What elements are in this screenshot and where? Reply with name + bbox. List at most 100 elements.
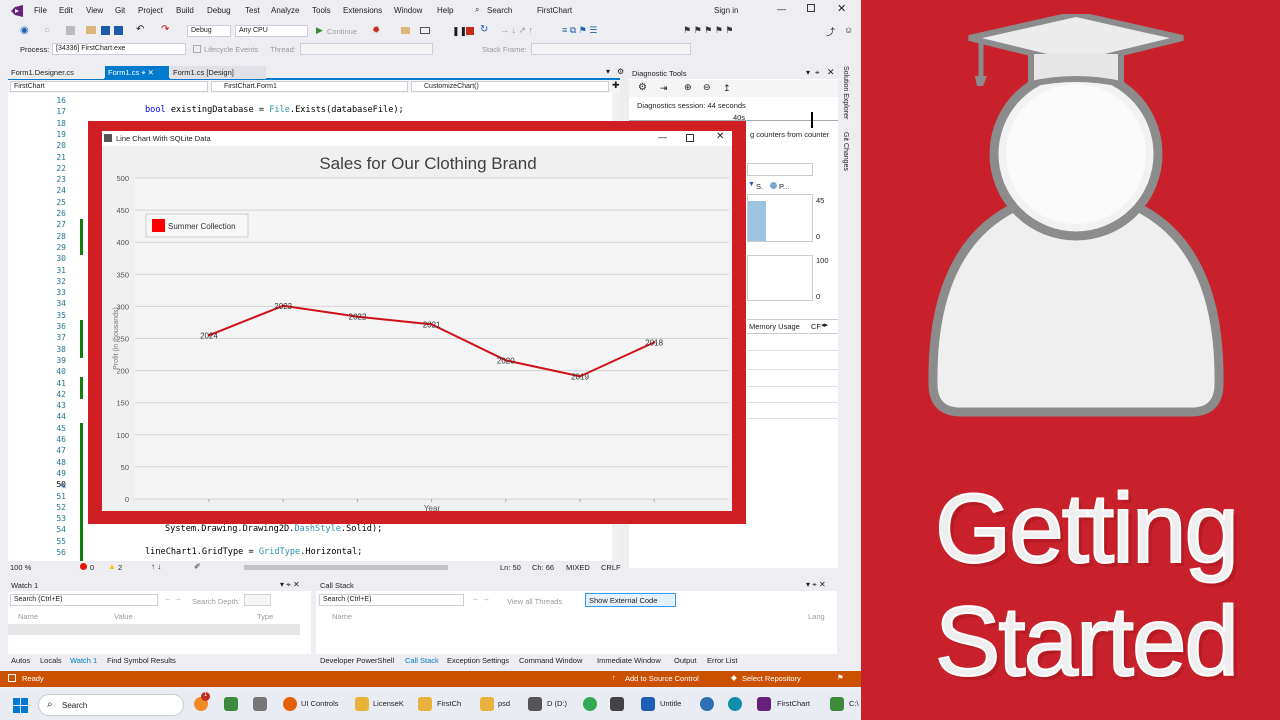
doc-tab[interactable]: Form1.Designer.cs: [8, 66, 104, 79]
watch-nav-arrows[interactable]: ← →: [164, 594, 182, 603]
save-icon[interactable]: [101, 26, 110, 35]
hot-reload-icon[interactable]: ✹: [372, 25, 380, 36]
bottom-tab[interactable]: Watch 1: [70, 656, 97, 665]
add-to-source-control-button[interactable]: Add to Source Control: [625, 674, 699, 683]
stop-icon[interactable]: [466, 27, 474, 35]
class-dropdown[interactable]: FirstChart.Form1: [211, 81, 408, 92]
bottom-tab[interactable]: Error List: [707, 656, 737, 665]
member-dropdown[interactable]: CustomizeChart(): [411, 81, 609, 92]
zoom-level[interactable]: 100 %: [10, 563, 31, 572]
lifecycle-events-label[interactable]: Lifecycle Events: [204, 45, 258, 54]
taskbar-item-label[interactable]: C:\: [849, 699, 859, 708]
taskbar-app-icon[interactable]: [641, 697, 655, 711]
menu-tools[interactable]: Tools: [312, 6, 331, 15]
taskbar-app-icon[interactable]: [610, 697, 624, 711]
folder-icon[interactable]: [401, 27, 410, 34]
bottom-tab[interactable]: Call Stack: [405, 656, 439, 665]
bottom-tab[interactable]: Find Symbol Results: [107, 656, 176, 665]
menu-build[interactable]: Build: [176, 6, 194, 15]
continue-button[interactable]: Continue: [327, 27, 357, 36]
cpu-tab[interactable]: CF: [811, 322, 821, 331]
menu-project[interactable]: Project: [138, 6, 163, 15]
bottom-tab[interactable]: Autos: [11, 656, 30, 665]
taskbar-item-label[interactable]: Untitle: [660, 699, 681, 708]
minimize-icon[interactable]: —: [777, 4, 786, 14]
open-folder-icon[interactable]: [86, 26, 96, 34]
warning-count[interactable]: 2: [118, 563, 122, 572]
taskbar-item-label[interactable]: LicenseK: [373, 699, 404, 708]
bottom-tab[interactable]: Locals: [40, 656, 62, 665]
bottom-tab[interactable]: Output: [674, 656, 697, 665]
search-menu[interactable]: Search: [487, 6, 512, 15]
taskbar-app-icon[interactable]: [480, 697, 494, 711]
taskbar-item-label[interactable]: psd: [498, 699, 510, 708]
taskbar-item-label[interactable]: UI Controls: [301, 699, 339, 708]
reset-zoom-icon[interactable]: ↥: [723, 83, 731, 94]
save-all-icon[interactable]: [114, 26, 123, 35]
view-all-threads-button[interactable]: View all Threads: [507, 597, 562, 606]
menu-debug[interactable]: Debug: [207, 6, 231, 15]
taskbar-app-icon[interactable]: [700, 697, 714, 711]
window-icon[interactable]: [420, 27, 430, 34]
watch-new-row[interactable]: [8, 624, 300, 635]
menu-edit[interactable]: Edit: [59, 6, 73, 15]
search-depth-dropdown[interactable]: [244, 594, 271, 606]
chart-maximize-icon[interactable]: [686, 134, 694, 142]
taskbar-item-label[interactable]: D (D:): [547, 699, 567, 708]
forward-icon[interactable]: ○: [44, 25, 50, 36]
bottom-tab[interactable]: Immediate Window: [597, 656, 661, 665]
error-count[interactable]: 0: [90, 563, 94, 572]
doc-tab[interactable]: Form1.cs ⌖ ✕: [105, 66, 169, 79]
doc-tab[interactable]: Form1.cs [Design]: [170, 66, 266, 79]
sign-in-link[interactable]: Sign in: [714, 6, 738, 15]
taskbar-app-icon[interactable]: [283, 697, 297, 711]
continue-icon[interactable]: ▶: [316, 25, 323, 36]
select-repository-button[interactable]: Select Repository: [742, 674, 801, 683]
tabs-indicator[interactable]: MIXED: [566, 563, 590, 572]
taskbar-app-icon[interactable]: [583, 697, 597, 711]
watch-pin-icon[interactable]: ▾ ⌖ ✕: [280, 580, 300, 590]
menu-test[interactable]: Test: [245, 6, 260, 15]
bookmark-icons[interactable]: ⚑ ⚑ ⚑ ⚑ ⚑: [683, 25, 733, 36]
solution-explorer-tab[interactable]: Solution Explorer: [842, 66, 849, 119]
callstack-search-input[interactable]: Search (Ctrl+E): [319, 594, 464, 606]
process-dropdown[interactable]: [34336] FirstChart.exe: [52, 43, 186, 55]
brush-icon[interactable]: ✐: [194, 562, 201, 571]
stack-frame-dropdown[interactable]: [531, 43, 691, 55]
menu-file[interactable]: File: [34, 6, 47, 15]
taskbar-app-icon[interactable]: [757, 697, 771, 711]
share-icon[interactable]: ⤴: [826, 25, 835, 38]
callstack-nav-arrows[interactable]: ← →: [472, 594, 490, 603]
close-icon[interactable]: ✕: [837, 2, 846, 15]
undo-icon[interactable]: ↶: [136, 24, 144, 35]
redo-icon[interactable]: ↷: [161, 24, 169, 35]
chart-minimize-icon[interactable]: —: [658, 132, 667, 142]
panel-dropdown-icon[interactable]: ▾: [806, 68, 810, 77]
git-changes-tab[interactable]: Git Changes: [842, 132, 849, 171]
taskbar-app-icon[interactable]: [728, 697, 742, 711]
windows-start-icon[interactable]: [13, 698, 28, 713]
timeline-cursor[interactable]: [811, 112, 813, 128]
search-icon[interactable]: ⌕: [475, 5, 479, 15]
zoom-out-icon[interactable]: ⊖: [703, 82, 711, 93]
export-icon[interactable]: ⇥: [660, 83, 668, 94]
bottom-tab[interactable]: Command Window: [519, 656, 582, 665]
app-icon-3[interactable]: [253, 697, 267, 711]
bottom-tab[interactable]: Developer PowerShell: [320, 656, 394, 665]
bottom-tab[interactable]: Exception Settings: [447, 656, 509, 665]
menu-analyze[interactable]: Analyze: [271, 6, 299, 15]
pin-icon[interactable]: ⌖: [815, 68, 820, 78]
app-icon-2[interactable]: [224, 697, 238, 711]
menu-help[interactable]: Help: [437, 6, 453, 15]
tab-scroll-arrows[interactable]: ◂▸: [821, 321, 828, 329]
taskbar-app-icon[interactable]: [830, 697, 844, 711]
taskbar-search-box[interactable]: ⌕ Search: [38, 694, 184, 716]
menu-view[interactable]: View: [86, 6, 103, 15]
taskbar-item-label[interactable]: FirstChart: [777, 699, 810, 708]
nav-arrows-icon[interactable]: ↑ ↓: [151, 562, 161, 571]
zoom-in-icon[interactable]: ⊕: [684, 82, 692, 93]
chart-close-icon[interactable]: ✕: [716, 131, 724, 142]
step-icons[interactable]: → ↓ ↗ ↑: [500, 25, 533, 36]
memory-usage-tab[interactable]: Memory Usage: [749, 322, 800, 331]
thread-icons[interactable]: ≡ ⧉ ⚑ ☰: [562, 25, 597, 36]
